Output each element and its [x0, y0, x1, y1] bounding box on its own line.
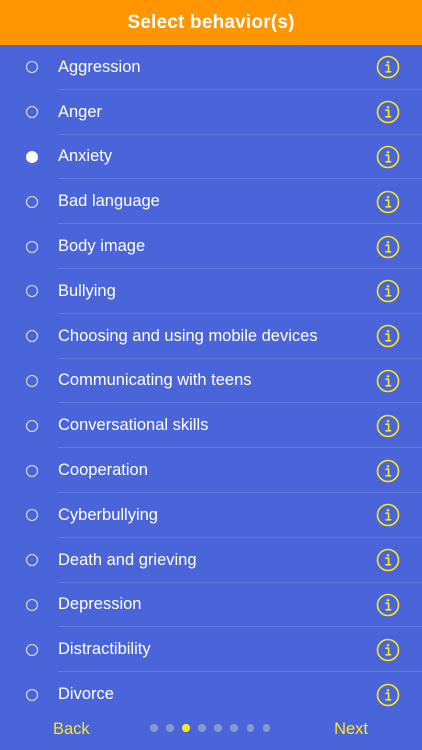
- next-button[interactable]: Next: [334, 717, 368, 741]
- behavior-label: Bad language: [58, 192, 160, 211]
- info-circle-icon[interactable]: [376, 548, 400, 572]
- radio-circle-icon[interactable]: [26, 330, 38, 343]
- behavior-row[interactable]: Choosing and using mobile devices: [0, 314, 422, 359]
- page-dot-active: [182, 724, 190, 732]
- info-circle-icon[interactable]: [376, 55, 400, 79]
- behavior-list[interactable]: Aggression Anger Anxiety Bad language Body i…: [0, 45, 422, 717]
- radio-circle-icon[interactable]: [26, 688, 38, 701]
- behavior-row[interactable]: Anger: [0, 90, 422, 135]
- behavior-label: Bullying: [58, 281, 116, 300]
- radio-circle-icon[interactable]: [26, 106, 38, 119]
- behavior-row[interactable]: Bad language: [0, 179, 422, 224]
- behavior-row[interactable]: Cooperation: [0, 448, 422, 493]
- behavior-label: Aggression: [58, 57, 141, 76]
- header-bar: Select behavior(s): [0, 0, 422, 45]
- page-indicator: [150, 724, 271, 732]
- page-title: Select behavior(s): [127, 11, 295, 33]
- behavior-row[interactable]: Distractibility: [0, 627, 422, 672]
- radio-circle-icon[interactable]: [26, 419, 38, 432]
- page-dot: [246, 724, 255, 732]
- behavior-row[interactable]: Communicating with teens: [0, 359, 422, 404]
- radio-circle-icon[interactable]: [26, 195, 38, 208]
- page-dot: [214, 724, 222, 732]
- behavior-label: Anger: [58, 102, 103, 121]
- info-circle-icon[interactable]: [376, 235, 400, 259]
- radio-circle-icon[interactable]: [26, 598, 38, 611]
- radio-circle-icon[interactable]: [26, 464, 38, 477]
- behavior-row[interactable]: Body image: [0, 224, 422, 269]
- back-button[interactable]: Back: [53, 717, 90, 741]
- footer-bar: Back Next: [0, 717, 422, 750]
- info-circle-icon[interactable]: [376, 414, 400, 438]
- info-circle-icon[interactable]: [376, 683, 400, 707]
- page-dot: [166, 724, 174, 732]
- behavior-row[interactable]: Divorce: [0, 672, 422, 717]
- info-circle-icon[interactable]: [376, 503, 400, 527]
- info-circle-icon[interactable]: [376, 279, 400, 303]
- behavior-label: Cyberbullying: [58, 505, 158, 524]
- info-circle-icon[interactable]: [376, 459, 400, 483]
- behavior-label: Divorce: [58, 685, 114, 704]
- behavior-label: Depression: [58, 595, 142, 614]
- info-circle-icon[interactable]: [376, 145, 400, 169]
- behavior-label: Body image: [58, 237, 146, 256]
- info-circle-icon[interactable]: [376, 369, 400, 393]
- behavior-row[interactable]: Depression: [0, 583, 422, 628]
- radio-circle-icon[interactable]: [26, 509, 38, 522]
- radio-circle-icon[interactable]: [26, 150, 38, 163]
- behavior-row[interactable]: Aggression: [0, 45, 422, 90]
- page-dot: [150, 724, 158, 732]
- page-dot: [262, 724, 271, 732]
- behavior-label: Conversational skills: [58, 416, 209, 435]
- behavior-row[interactable]: Cyberbullying: [0, 493, 422, 538]
- behavior-label: Cooperation: [58, 461, 148, 480]
- info-circle-icon[interactable]: [376, 324, 400, 348]
- behavior-row[interactable]: Bullying: [0, 269, 422, 314]
- page-dot: [198, 724, 206, 732]
- behavior-row[interactable]: Death and grieving: [0, 538, 422, 583]
- behavior-label: Choosing and using mobile devices: [58, 326, 318, 345]
- radio-circle-icon[interactable]: [26, 554, 38, 567]
- info-circle-icon[interactable]: [376, 190, 400, 214]
- radio-circle-icon[interactable]: [26, 61, 38, 74]
- behavior-row[interactable]: Anxiety: [0, 135, 422, 180]
- behavior-row[interactable]: Conversational skills: [0, 403, 422, 448]
- behavior-label: Distractibility: [58, 640, 151, 659]
- behavior-label: Anxiety: [58, 147, 113, 166]
- info-circle-icon[interactable]: [376, 100, 400, 124]
- radio-circle-icon[interactable]: [26, 643, 38, 656]
- info-circle-icon[interactable]: [376, 638, 400, 662]
- radio-circle-icon[interactable]: [26, 240, 38, 253]
- behavior-label: Communicating with teens: [58, 371, 252, 390]
- info-circle-icon[interactable]: [376, 593, 400, 617]
- radio-circle-icon[interactable]: [26, 374, 38, 387]
- page-dot: [230, 724, 238, 732]
- behavior-label: Death and grieving: [58, 550, 197, 569]
- radio-circle-icon[interactable]: [26, 285, 38, 298]
